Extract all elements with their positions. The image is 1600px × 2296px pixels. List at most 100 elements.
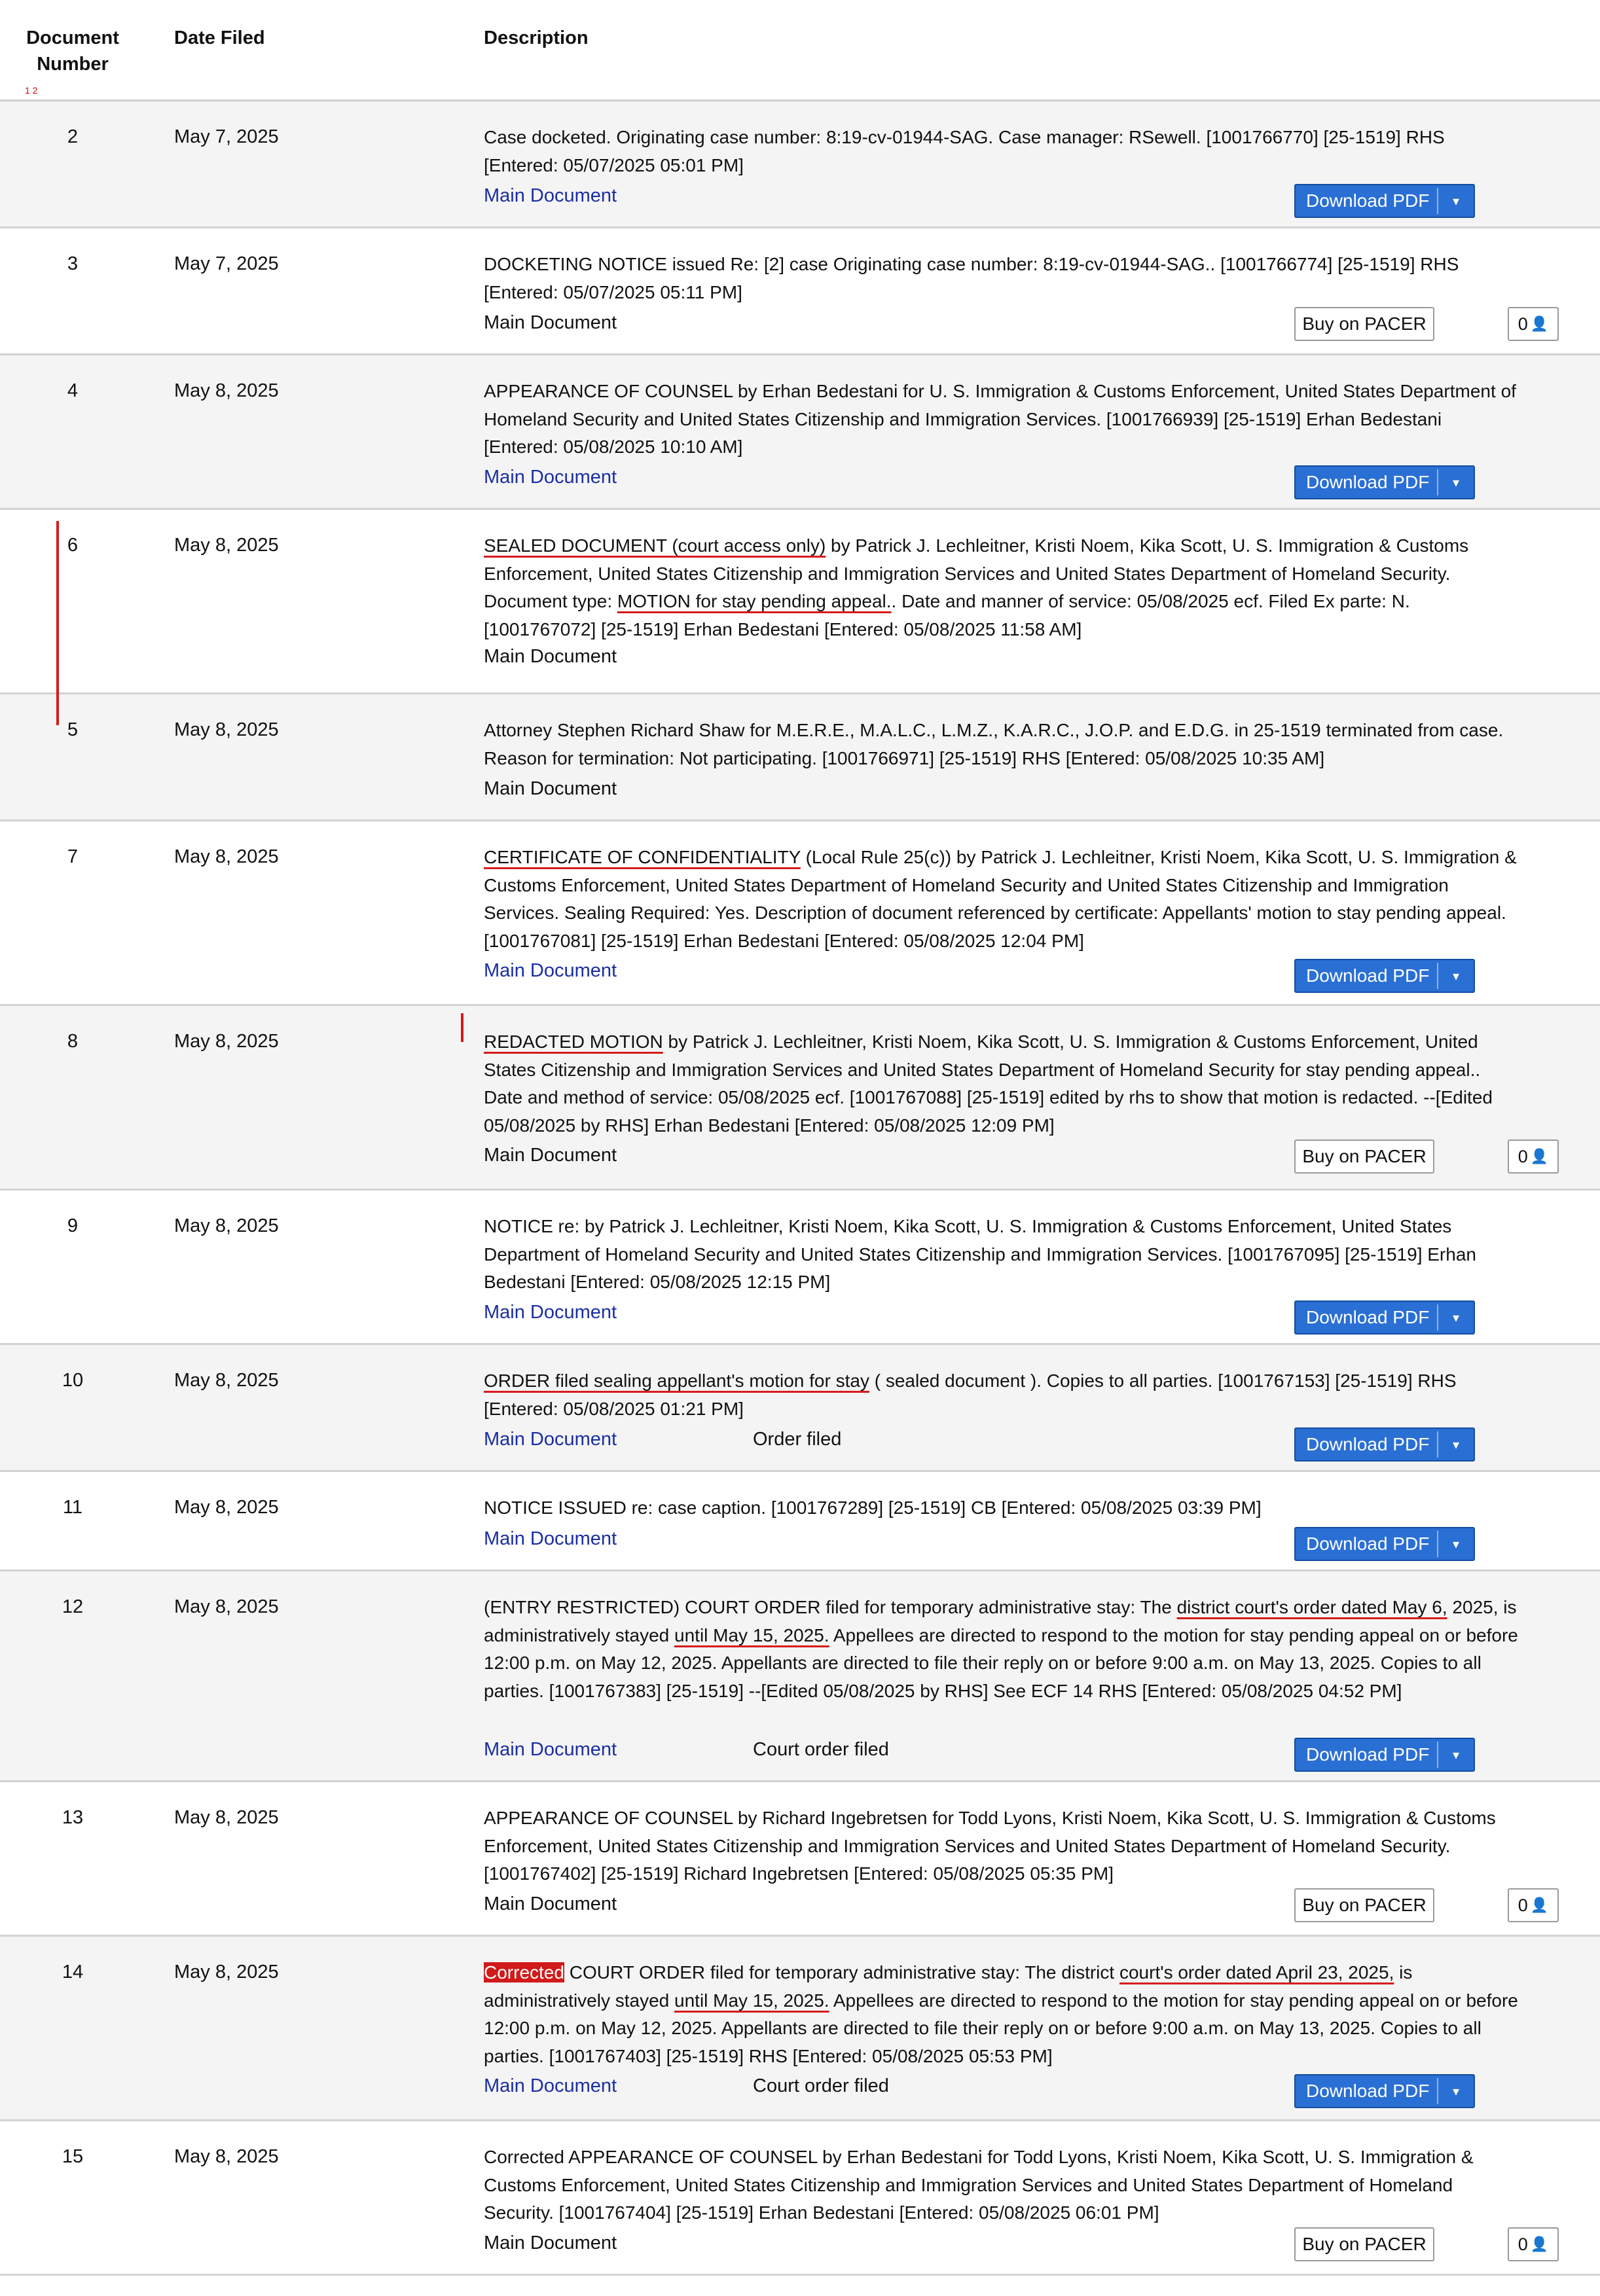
main-document-label: Main Document	[484, 312, 617, 333]
date-filed: May 8, 2025	[174, 719, 279, 740]
document-type-label: Court order filed	[753, 2075, 889, 2096]
annotation-bar	[56, 521, 59, 725]
table-body: 2 May 7, 2025 Case docketed. Originating c…	[0, 101, 1600, 2276]
purchase-count: 0	[1518, 314, 1528, 334]
purchase-count-button[interactable]: 0 👤	[1508, 1139, 1559, 1174]
caret-down-icon[interactable]: ▾	[1438, 1747, 1474, 1763]
main-document-label: Main Document	[484, 646, 617, 667]
caret-down-icon[interactable]: ▾	[1438, 968, 1474, 984]
table-row: 4 May 8, 2025 APPEARANCE OF COUNSEL by Erh…	[0, 355, 1600, 510]
purchase-count-button[interactable]: 0 👤	[1508, 307, 1559, 341]
purchase-count: 0	[1518, 1146, 1528, 1166]
users-icon: 👤	[1530, 1148, 1549, 1164]
document-number: 6	[67, 535, 79, 556]
entry-description: NOTICE re: by Patrick J. Lechleitner, Kr…	[484, 1216, 1476, 1292]
caret-down-icon[interactable]: ▾	[1438, 475, 1474, 491]
caret-down-icon[interactable]: ▾	[1438, 2083, 1474, 2100]
sort-marker: 1 2	[25, 85, 38, 96]
document-number: 8	[67, 1031, 79, 1052]
table-row: 10 May 8, 2025 ORDER filed sealing appella…	[0, 1345, 1600, 1472]
date-filed: May 8, 2025	[174, 1807, 279, 1828]
purchase-count: 0	[1518, 1895, 1528, 1915]
main-document-link[interactable]: Main Document	[484, 1739, 617, 1761]
buy-on-pacer-button[interactable]: Buy on PACER	[1294, 2227, 1434, 2261]
purchase-count-button[interactable]: 0 👤	[1508, 1888, 1559, 1922]
table-row: 7 May 8, 2025 CERTIFICATE OF CONFIDENTIALI…	[0, 821, 1600, 1006]
table-row: 12 May 8, 2025 (ENTRY RESTRICTED) COURT OR…	[0, 1571, 1600, 1782]
table-header: Document Number Date Filed Description 1…	[0, 0, 1600, 101]
buy-on-pacer-button[interactable]: Buy on PACER	[1294, 1888, 1434, 1922]
download-pdf-button[interactable]: Download PDF ▾	[1294, 1427, 1475, 1462]
users-icon: 👤	[1530, 315, 1549, 332]
main-document-label: Main Document	[484, 778, 617, 799]
date-filed: May 8, 2025	[174, 2146, 279, 2167]
annotation-bar	[461, 1013, 464, 1042]
users-icon: 👤	[1530, 1897, 1549, 1913]
docket-table: Document Number Date Filed Description 1…	[0, 0, 1600, 2276]
table-row: 3 May 7, 2025 DOCKETING NOTICE issued Re: …	[0, 228, 1600, 355]
document-type-label: Court order filed	[753, 1739, 889, 1760]
document-number: 5	[67, 719, 79, 740]
main-document-label: Main Document	[484, 1893, 617, 1914]
main-document-link[interactable]: Main Document	[484, 467, 617, 488]
buy-on-pacer-button[interactable]: Buy on PACER	[1294, 1139, 1434, 1174]
download-pdf-label: Download PDF	[1306, 1744, 1430, 1765]
document-number: 3	[67, 253, 79, 274]
date-filed: May 7, 2025	[174, 253, 279, 274]
table-row: 14 May 8, 2025 Corrected COURT ORDER filed…	[0, 1937, 1600, 2121]
table-row: 5 May 8, 2025 Attorney Stephen Richard Sha…	[0, 694, 1600, 821]
document-number: 4	[67, 380, 79, 401]
entry-description: APPEARANCE OF COUNSEL by Richard Ingebre…	[484, 1808, 1496, 1884]
entry-description: ORDER filed sealing appellant's motion f…	[484, 1371, 1457, 1419]
main-document-link[interactable]: Main Document	[484, 2075, 617, 2097]
purchase-count: 0	[1518, 2234, 1528, 2254]
date-filed: May 8, 2025	[174, 1497, 279, 1518]
caret-down-icon[interactable]: ▾	[1438, 1536, 1474, 1552]
entry-description: Attorney Stephen Richard Shaw for M.E.R.…	[484, 720, 1504, 768]
document-number: 11	[62, 1497, 83, 1518]
date-filed: May 8, 2025	[174, 1370, 279, 1391]
date-filed: May 8, 2025	[174, 1962, 279, 1982]
download-pdf-label: Download PDF	[1306, 965, 1430, 986]
main-document-link[interactable]: Main Document	[484, 960, 617, 982]
caret-down-icon[interactable]: ▾	[1438, 193, 1474, 209]
download-pdf-label: Download PDF	[1306, 190, 1430, 211]
column-header-document-number: Document Number	[12, 25, 134, 77]
users-icon: 👤	[1530, 2236, 1549, 2252]
entry-description: SEALED DOCUMENT (court access only) by P…	[484, 535, 1469, 639]
document-number: 7	[67, 846, 79, 867]
main-document-link[interactable]: Main Document	[484, 185, 617, 207]
download-pdf-label: Download PDF	[1306, 2081, 1430, 2101]
table-row: 2 May 7, 2025 Case docketed. Originating c…	[0, 101, 1600, 228]
document-type-label: Order filed	[753, 1429, 842, 1450]
entry-description: DOCKETING NOTICE issued Re: [2] case Ori…	[484, 254, 1459, 302]
date-filed: May 8, 2025	[174, 380, 279, 401]
caret-down-icon[interactable]: ▾	[1438, 1437, 1474, 1453]
main-document-link[interactable]: Main Document	[484, 1429, 617, 1450]
main-document-link[interactable]: Main Document	[484, 1302, 617, 1323]
download-pdf-button[interactable]: Download PDF ▾	[1294, 465, 1475, 499]
download-pdf-label: Download PDF	[1306, 1434, 1430, 1454]
download-pdf-label: Download PDF	[1306, 1307, 1430, 1327]
caret-down-icon[interactable]: ▾	[1438, 1310, 1474, 1326]
main-document-link[interactable]: Main Document	[484, 1528, 617, 1550]
purchase-count-button[interactable]: 0 👤	[1508, 2227, 1559, 2261]
download-pdf-button[interactable]: Download PDF ▾	[1294, 959, 1475, 993]
date-filed: May 8, 2025	[174, 535, 279, 556]
download-pdf-button[interactable]: Download PDF ▾	[1294, 1300, 1475, 1335]
download-pdf-label: Download PDF	[1306, 472, 1430, 492]
download-pdf-button[interactable]: Download PDF ▾	[1294, 184, 1475, 218]
entry-description: (ENTRY RESTRICTED) COURT ORDER filed for…	[484, 1597, 1518, 1701]
entry-description: Corrected COURT ORDER filed for temporar…	[484, 1962, 1518, 2066]
buy-on-pacer-button[interactable]: Buy on PACER	[1294, 307, 1434, 341]
document-number: 15	[62, 2146, 84, 2167]
main-document-label: Main Document	[484, 2233, 617, 2253]
main-document-label: Main Document	[484, 1145, 617, 1166]
download-pdf-button[interactable]: Download PDF ▾	[1294, 1527, 1475, 1561]
document-number: 13	[62, 1807, 84, 1828]
download-pdf-button[interactable]: Download PDF ▾	[1294, 1738, 1475, 1772]
date-filed: May 7, 2025	[174, 126, 279, 147]
date-filed: May 8, 2025	[174, 1031, 279, 1052]
download-pdf-button[interactable]: Download PDF ▾	[1294, 2074, 1475, 2108]
table-row: 9 May 8, 2025 NOTICE re: by Patrick J. Lec…	[0, 1191, 1600, 1345]
